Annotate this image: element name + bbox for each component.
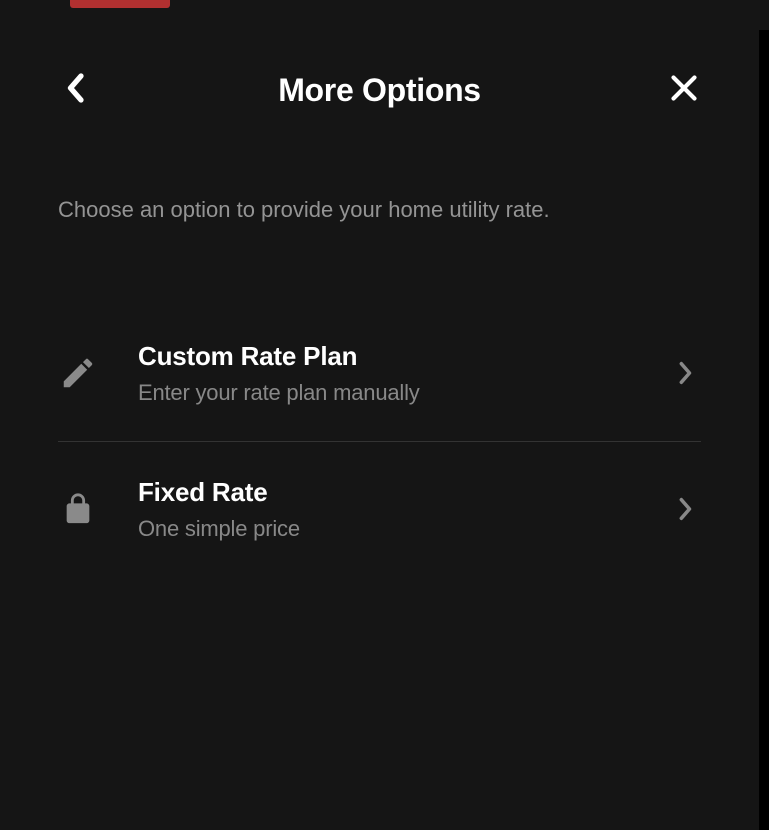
- pencil-icon: [58, 353, 98, 393]
- close-icon: [670, 74, 698, 107]
- option-fixed-rate[interactable]: Fixed Rate One simple price: [0, 442, 759, 577]
- page-title: More Options: [278, 72, 481, 109]
- top-accent-bar: [70, 0, 170, 8]
- back-button[interactable]: [55, 70, 95, 110]
- option-content: Custom Rate Plan Enter your rate plan ma…: [138, 341, 671, 406]
- options-list: Custom Rate Plan Enter your rate plan ma…: [0, 306, 759, 577]
- option-title: Fixed Rate: [138, 477, 671, 508]
- chevron-left-icon: [66, 73, 84, 108]
- option-title: Custom Rate Plan: [138, 341, 671, 372]
- close-button[interactable]: [664, 70, 704, 110]
- option-subtitle: One simple price: [138, 516, 671, 542]
- option-content: Fixed Rate One simple price: [138, 477, 671, 542]
- chevron-right-icon: [671, 494, 701, 524]
- option-custom-rate-plan[interactable]: Custom Rate Plan Enter your rate plan ma…: [0, 306, 759, 441]
- option-subtitle: Enter your rate plan manually: [138, 380, 671, 406]
- subtitle-text: Choose an option to provide your home ut…: [0, 195, 759, 226]
- lock-icon: [58, 489, 98, 529]
- chevron-right-icon: [671, 358, 701, 388]
- header: More Options: [0, 30, 759, 150]
